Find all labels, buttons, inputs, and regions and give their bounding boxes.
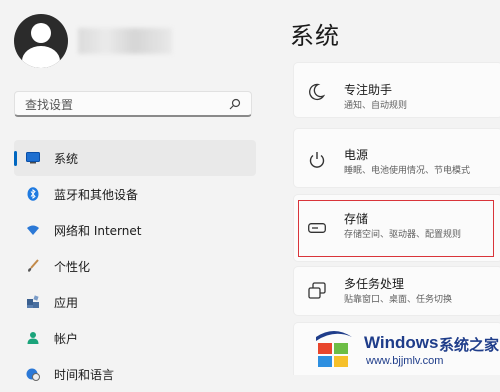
watermark-url: www.bjjmlv.com	[366, 355, 444, 367]
card-focus-assist[interactable]: 专注助手 通知、自动规则	[293, 62, 500, 118]
card-subtitle: 贴靠窗口、桌面、任务切换	[344, 295, 453, 305]
card-title: 存储	[344, 212, 369, 226]
card-power[interactable]: 电源 睡眠、电池使用情况、节电模式	[293, 128, 500, 188]
sidebar-item-accounts[interactable]: 帐户	[14, 320, 256, 356]
card-subtitle: 通知、自动规则	[344, 101, 408, 111]
search-box[interactable]	[14, 91, 252, 117]
bluetooth-icon	[26, 187, 40, 201]
sidebar-item-personalization[interactable]: 个性化	[14, 248, 256, 284]
globe-clock-icon	[26, 367, 40, 381]
sidebar-item-label: 蓝牙和其他设备	[54, 187, 139, 202]
storage-drive-icon	[306, 217, 328, 239]
card-title: 专注助手	[344, 83, 393, 97]
sidebar-item-label: 帐户	[54, 331, 79, 346]
avatar-head-shape	[31, 23, 51, 43]
wifi-icon	[26, 223, 40, 237]
active-indicator	[14, 151, 17, 166]
avatar-body-shape	[22, 46, 60, 68]
sidebar-item-apps[interactable]: 应用	[14, 284, 256, 320]
sidebar-item-label: 时间和语言	[54, 367, 115, 382]
card-storage[interactable]: 存储 存储空间、驱动器、配置规则	[293, 194, 500, 262]
card-subtitle: 睡眠、电池使用情况、节电模式	[344, 166, 471, 176]
user-avatar[interactable]	[14, 14, 68, 68]
sidebar-item-time-language[interactable]: 时间和语言	[14, 356, 256, 392]
sidebar-item-label: 应用	[54, 295, 79, 310]
apps-icon	[26, 295, 40, 309]
sidebar-nav: 系统 蓝牙和其他设备 网络和 Internet 个性化 应用 帐户 时间和语言	[14, 140, 256, 392]
sidebar-item-label: 系统	[54, 151, 79, 166]
card-title: 多任务处理	[344, 277, 405, 291]
account-icon	[26, 331, 40, 345]
search-input[interactable]	[23, 95, 227, 115]
power-icon	[306, 149, 328, 171]
watermark-brand-cn: 系统之家	[439, 336, 500, 354]
card-title: 电源	[344, 148, 369, 162]
search-icon[interactable]	[229, 98, 241, 110]
sidebar-item-system[interactable]: 系统	[14, 140, 256, 176]
watermark-brand: Windows	[364, 333, 439, 352]
moon-icon	[306, 81, 328, 103]
sidebar-item-label: 个性化	[54, 259, 91, 274]
card-subtitle: 存储空间、驱动器、配置规则	[344, 230, 462, 240]
windows-logo-icon	[316, 331, 352, 367]
display-icon	[26, 151, 40, 165]
sidebar-item-network[interactable]: 网络和 Internet	[14, 212, 256, 248]
sidebar-item-bluetooth[interactable]: 蓝牙和其他设备	[14, 176, 256, 212]
sidebar-item-label: 网络和 Internet	[54, 223, 142, 238]
watermark: Windows 系统之家 www.bjjmlv.com	[310, 327, 500, 375]
card-multitasking[interactable]: 多任务处理 贴靠窗口、桌面、任务切换	[293, 266, 500, 316]
brush-icon	[26, 259, 40, 273]
page-title: 系统	[290, 22, 340, 50]
multitasking-icon	[306, 280, 328, 302]
user-name-redacted	[78, 28, 172, 54]
